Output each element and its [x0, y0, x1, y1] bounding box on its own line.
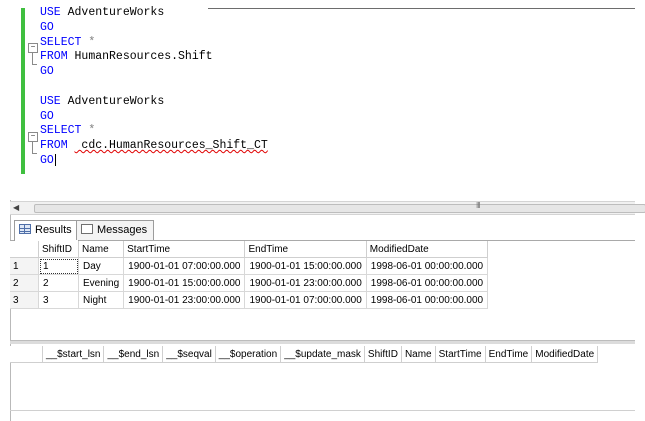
- code-line: SELECT *: [40, 35, 96, 49]
- change-indicator-bar: [21, 8, 25, 174]
- table-cell[interactable]: 1998-06-01 00:00:00.000: [366, 274, 489, 292]
- results-grid-2[interactable]: __$start_lsn __$end_lsn __$seqval __$ope…: [10, 346, 599, 363]
- table-cell[interactable]: 1: [38, 257, 79, 275]
- results-grid-1[interactable]: ShiftID Name StartTime EndTime ModifiedD…: [10, 241, 489, 309]
- column-header[interactable]: ModifiedDate: [366, 241, 489, 258]
- table-cell[interactable]: 1900-01-01 23:00:00.000: [123, 291, 246, 309]
- table-cell[interactable]: 3: [38, 291, 79, 309]
- error-squiggle: cdc.HumanResources_Shift_CT: [74, 139, 268, 153]
- results-tab-strip: Results Messages: [10, 218, 635, 241]
- column-header[interactable]: Name: [78, 241, 125, 258]
- bottom-border: [10, 410, 635, 411]
- code-line: GO: [40, 153, 56, 167]
- table-row[interactable]: 2 2 Evening 1900-01-01 15:00:00.000 1900…: [10, 274, 489, 292]
- fold-end: [32, 153, 37, 154]
- collapse-icon[interactable]: −: [28, 43, 38, 53]
- code-line: SELECT *: [40, 124, 96, 138]
- code-line: FROM HumanResources.Shift: [40, 50, 213, 64]
- row-header-corner: [10, 346, 43, 363]
- code-line: USE AdventureWorks: [40, 6, 165, 19]
- table-cell[interactable]: 1900-01-01 15:00:00.000: [244, 257, 367, 275]
- column-header[interactable]: StartTime: [123, 241, 246, 258]
- editor-top-line: [208, 8, 635, 9]
- scroll-left-icon[interactable]: ◀: [13, 203, 19, 212]
- fold-end: [32, 64, 37, 65]
- column-header[interactable]: EndTime: [244, 241, 367, 258]
- table-cell[interactable]: 2: [38, 274, 79, 292]
- column-header[interactable]: __$end_lsn: [103, 346, 164, 363]
- code-line: GO: [40, 20, 54, 34]
- table-row[interactable]: 1 1 Day 1900-01-01 07:00:00.000 1900-01-…: [10, 257, 489, 275]
- table-cell[interactable]: Night: [78, 291, 125, 309]
- row-header-corner: [10, 241, 39, 258]
- table-row[interactable]: 3 3 Night 1900-01-01 23:00:00.000 1900-0…: [10, 291, 489, 309]
- sql-code[interactable]: USE AdventureWorks GO SELECT * FROM Huma…: [40, 6, 268, 169]
- code-line: USE AdventureWorks: [40, 94, 165, 108]
- column-header[interactable]: StartTime: [435, 346, 486, 363]
- text-caret: [54, 153, 56, 166]
- table-cell[interactable]: Day: [78, 257, 125, 275]
- column-header[interactable]: ModifiedDate: [531, 346, 599, 363]
- fold-guide: [32, 142, 33, 153]
- messages-icon: [81, 224, 93, 234]
- table-cell[interactable]: Evening: [78, 274, 125, 292]
- tab-messages[interactable]: Messages: [76, 220, 155, 240]
- horizontal-scrollbar[interactable]: ◀ III: [10, 201, 645, 215]
- pane-splitter[interactable]: [10, 340, 635, 344]
- column-header[interactable]: ShiftID: [38, 241, 79, 258]
- column-header[interactable]: __$operation: [215, 346, 282, 363]
- column-header[interactable]: Name: [401, 346, 436, 363]
- grid-header-row: ShiftID Name StartTime EndTime ModifiedD…: [10, 241, 489, 258]
- column-header[interactable]: __$update_mask: [280, 346, 365, 363]
- collapse-icon[interactable]: −: [28, 132, 38, 142]
- row-header[interactable]: 1: [10, 257, 39, 275]
- table-cell[interactable]: 1998-06-01 00:00:00.000: [366, 257, 489, 275]
- table-cell[interactable]: 1900-01-01 07:00:00.000: [123, 257, 246, 275]
- table-cell[interactable]: 1900-01-01 23:00:00.000: [244, 274, 367, 292]
- table-cell[interactable]: 1998-06-01 00:00:00.000: [366, 291, 489, 309]
- grid-icon: [19, 224, 31, 234]
- row-header[interactable]: 3: [10, 291, 39, 309]
- scroll-thumb[interactable]: [34, 204, 645, 213]
- row-header[interactable]: 2: [10, 274, 39, 292]
- column-header[interactable]: EndTime: [485, 346, 533, 363]
- tab-results[interactable]: Results: [14, 220, 79, 241]
- table-cell[interactable]: 1900-01-01 15:00:00.000: [123, 274, 246, 292]
- column-header[interactable]: __$start_lsn: [42, 346, 105, 363]
- code-line: FROM cdc.HumanResources_Shift_CT: [40, 139, 268, 153]
- scroll-grip: III: [476, 201, 481, 210]
- table-cell[interactable]: 1900-01-01 07:00:00.000: [244, 291, 367, 309]
- column-header[interactable]: __$seqval: [162, 346, 216, 363]
- column-header[interactable]: ShiftID: [364, 346, 402, 363]
- grid-header-row: __$start_lsn __$end_lsn __$seqval __$ope…: [10, 346, 599, 363]
- code-line: GO: [40, 109, 54, 123]
- fold-guide: [32, 53, 33, 64]
- code-line: GO: [40, 65, 54, 79]
